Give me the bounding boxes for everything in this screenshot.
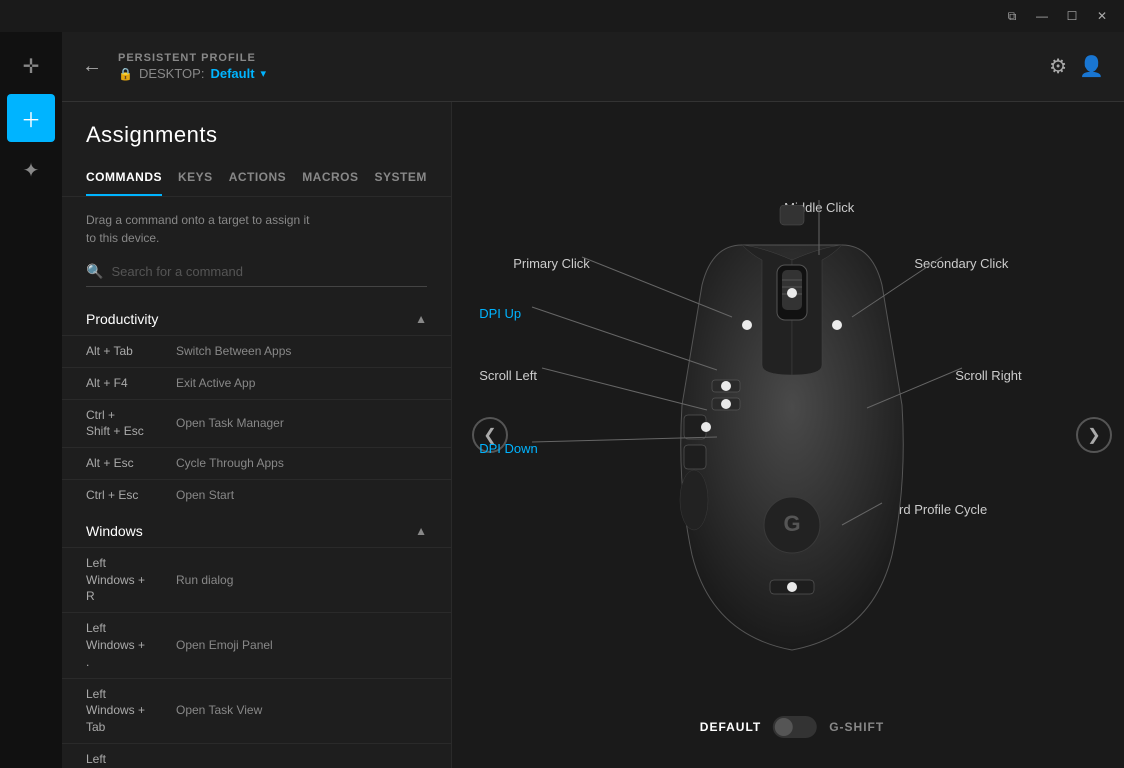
- toggle-knob: [775, 718, 793, 736]
- command-key: Alt + Esc: [86, 455, 176, 472]
- pip-button[interactable]: ⧉: [998, 4, 1026, 28]
- close-button[interactable]: ✕: [1088, 4, 1116, 28]
- tab-actions[interactable]: ACTIONS: [229, 164, 287, 196]
- drag-hint: Drag a command onto a target to assign i…: [62, 197, 451, 255]
- panel-title: Assignments: [62, 102, 451, 164]
- minimize-button[interactable]: —: [1028, 4, 1056, 28]
- icon-bar: ✛ ＋ ✦: [0, 32, 62, 768]
- svg-text:G: G: [783, 511, 800, 536]
- productivity-collapse-icon: ▲: [415, 312, 427, 326]
- window-controls: ⧉ — ☐ ✕: [998, 4, 1116, 28]
- default-label: DEFAULT: [700, 720, 761, 734]
- dpi-up-label: DPI Up: [479, 306, 521, 321]
- command-key: Ctrl + Esc: [86, 487, 176, 504]
- light-icon-button[interactable]: ✦: [7, 146, 55, 194]
- command-list: Productivity ▲ Alt + Tab Switch Between …: [62, 299, 451, 768]
- command-desc: Run dialog: [176, 572, 233, 589]
- mouse-diagram-svg: G: [662, 205, 922, 665]
- scroll-right-label: Scroll Right: [955, 368, 1021, 383]
- command-key: LeftWindows +.: [86, 620, 176, 670]
- command-desc: Switch Between Apps: [176, 343, 291, 360]
- search-input[interactable]: [111, 264, 427, 279]
- command-desc: Open Task View: [176, 702, 262, 719]
- content-area: Assignments COMMANDS KEYS ACTIONS MACROS…: [62, 102, 1124, 768]
- tab-system[interactable]: SYSTEM: [375, 164, 427, 196]
- command-key: LeftWindows +Tab: [86, 686, 176, 736]
- right-panel: ❮ ❯ Middle Click Primary Click Secondary…: [452, 102, 1124, 768]
- scroll-left-label: Scroll Left: [479, 368, 537, 383]
- command-desc: Cycle Through Apps: [176, 455, 284, 472]
- command-key: Alt + F4: [86, 375, 176, 392]
- tab-macros[interactable]: MACROS: [302, 164, 358, 196]
- list-item[interactable]: LeftWindows +. Open Emoji Panel: [62, 612, 451, 677]
- gshift-label: G-SHIFT: [829, 720, 884, 734]
- command-key: Ctrl +Shift + Esc: [86, 407, 176, 441]
- toggle-bar: DEFAULT G-SHIFT: [700, 716, 884, 738]
- left-panel: Assignments COMMANDS KEYS ACTIONS MACROS…: [62, 102, 452, 768]
- list-item[interactable]: Ctrl + Esc Open Start: [62, 479, 451, 511]
- search-bar: 🔍: [86, 263, 427, 287]
- move-icon-button[interactable]: ✛: [7, 42, 55, 90]
- plus-icon-button[interactable]: ＋: [7, 94, 55, 142]
- list-item[interactable]: LeftWindows +Tab Open Task View: [62, 678, 451, 743]
- list-item[interactable]: LeftWindows +R Run dialog: [62, 547, 451, 612]
- tabs-container: COMMANDS KEYS ACTIONS MACROS SYSTEM: [62, 164, 451, 197]
- command-key: Alt + Tab: [86, 343, 176, 360]
- tab-commands[interactable]: COMMANDS: [86, 164, 162, 196]
- category-productivity-label: Productivity: [86, 311, 158, 327]
- command-desc: Exit Active App: [176, 375, 255, 392]
- list-item[interactable]: Alt + Tab Switch Between Apps: [62, 335, 451, 367]
- command-key: LeftWindows +R: [86, 555, 176, 605]
- title-bar: ⧉ — ☐ ✕: [0, 0, 1124, 32]
- list-item[interactable]: Alt + Esc Cycle Through Apps: [62, 447, 451, 479]
- command-key: LeftWindows +...: [86, 751, 176, 768]
- category-windows-label: Windows: [86, 523, 143, 539]
- secondary-click-label: Secondary Click: [914, 256, 1008, 271]
- list-item[interactable]: Alt + F4 Exit Active App: [62, 367, 451, 399]
- windows-collapse-icon: ▲: [415, 524, 427, 538]
- category-productivity[interactable]: Productivity ▲: [62, 299, 451, 335]
- search-icon: 🔍: [86, 263, 103, 280]
- primary-click-label: Primary Click: [513, 256, 590, 271]
- category-windows[interactable]: Windows ▲: [62, 511, 451, 547]
- command-desc: Open Task Manager: [176, 415, 284, 432]
- tab-keys[interactable]: KEYS: [178, 164, 213, 196]
- command-desc: Open Emoji Panel: [176, 637, 273, 654]
- list-item[interactable]: Ctrl +Shift + Esc Open Task Manager: [62, 399, 451, 448]
- toggle-switch[interactable]: [773, 716, 817, 738]
- list-item[interactable]: LeftWindows +... Open...: [62, 743, 451, 768]
- maximize-button[interactable]: ☐: [1058, 4, 1086, 28]
- command-desc: Open Start: [176, 487, 234, 504]
- dpi-down-label: DPI Down: [479, 441, 538, 456]
